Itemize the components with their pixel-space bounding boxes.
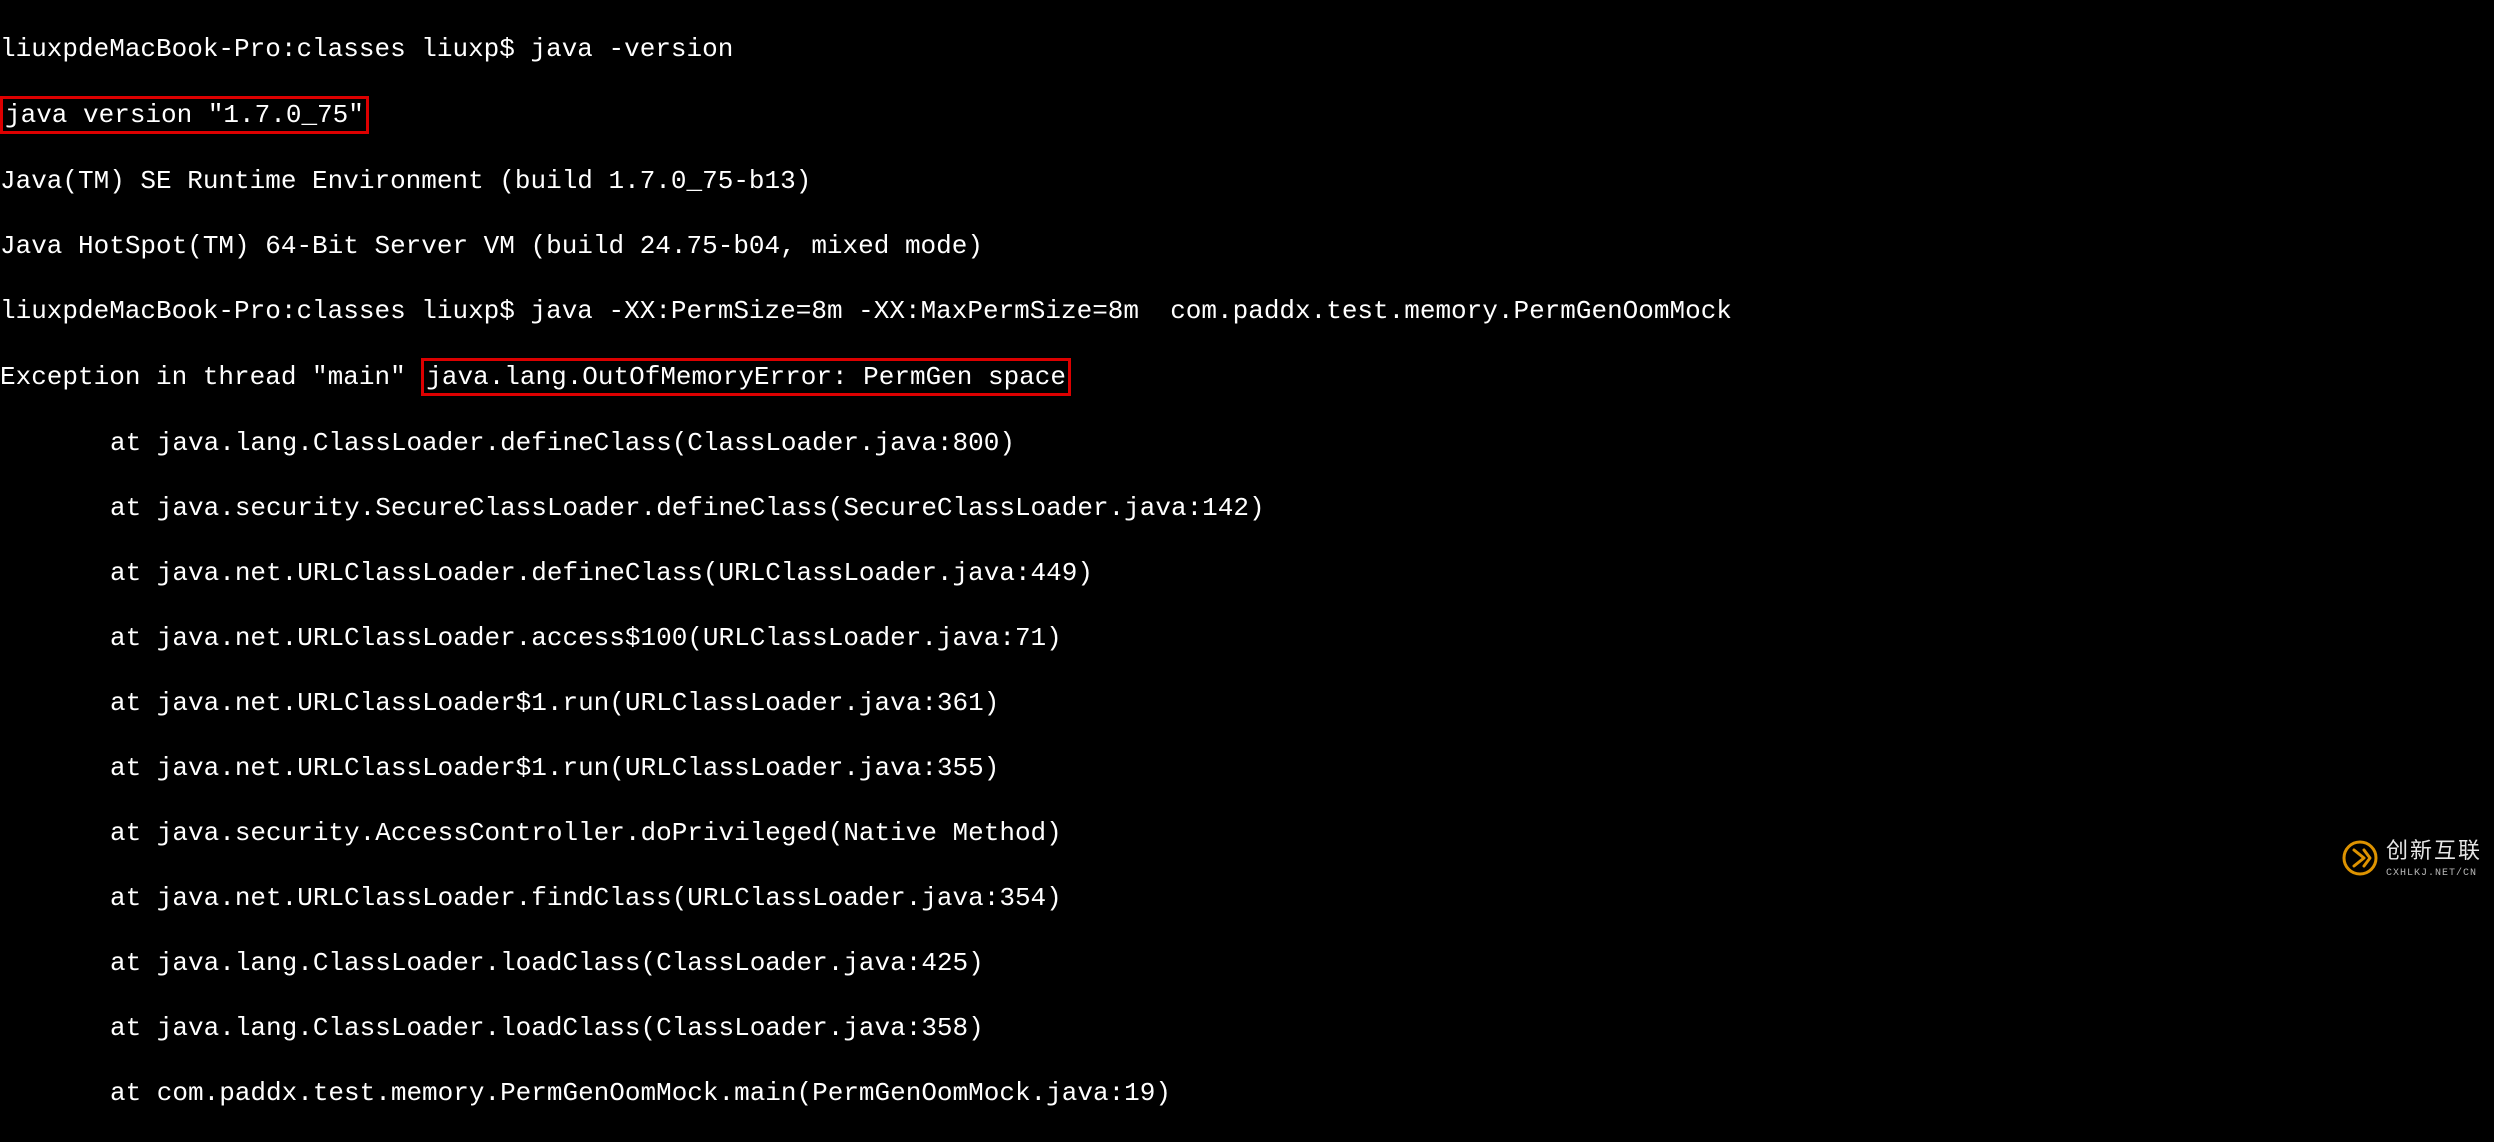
watermark-subtext: CXHLKJ.NET/CN: [2386, 868, 2482, 881]
stack-frame: at java.net.URLClassLoader.findClass(URL…: [0, 882, 2494, 915]
watermark: 创新互联 CXHLKJ.NET/CN: [2342, 835, 2482, 880]
stack-frame: at java.security.AccessController.doPriv…: [0, 817, 2494, 850]
prompt-line-2: liuxpdeMacBook-Pro:classes liuxp$ java -…: [0, 295, 2494, 328]
watermark-text-wrap: 创新互联 CXHLKJ.NET/CN: [2386, 835, 2482, 880]
stack-frame: at java.lang.ClassLoader.loadClass(Class…: [0, 1012, 2494, 1045]
watermark-text: 创新互联: [2386, 838, 2482, 863]
shell-prompt: liuxpdeMacBook-Pro:classes liuxp$: [0, 34, 531, 64]
jre-line: Java(TM) SE Runtime Environment (build 1…: [0, 165, 2494, 198]
stack-frame: at java.net.URLClassLoader.access$100(UR…: [0, 622, 2494, 655]
stack-frame: at java.net.URLClassLoader$1.run(URLClas…: [0, 752, 2494, 785]
watermark-logo-icon: [2342, 840, 2378, 876]
command-text: java -XX:PermSize=8m -XX:MaxPermSize=8m …: [531, 296, 1732, 326]
stack-frame: at java.net.URLClassLoader.defineClass(U…: [0, 557, 2494, 590]
stack-frame: at java.lang.ClassLoader.defineClass(Cla…: [0, 427, 2494, 460]
prompt-line-1: liuxpdeMacBook-Pro:classes liuxp$ java -…: [0, 33, 2494, 66]
hotspot-line: Java HotSpot(TM) 64-Bit Server VM (build…: [0, 230, 2494, 263]
java-version-line: java version "1.7.0_75": [0, 98, 2494, 133]
exception-prefix: Exception in thread "main": [0, 362, 421, 392]
highlight-version: java version "1.7.0_75": [0, 96, 369, 135]
highlight-error: java.lang.OutOfMemoryError: PermGen spac…: [421, 358, 1071, 397]
stack-frame: at com.paddx.test.memory.PermGenOomMock.…: [0, 1077, 2494, 1110]
stack-frame: at java.net.URLClassLoader$1.run(URLClas…: [0, 687, 2494, 720]
stack-frame: at java.lang.ClassLoader.loadClass(Class…: [0, 947, 2494, 980]
command-text: java -version: [531, 34, 734, 64]
exception-line: Exception in thread "main" java.lang.Out…: [0, 360, 2494, 395]
stack-frame: at java.security.SecureClassLoader.defin…: [0, 492, 2494, 525]
terminal-output: liuxpdeMacBook-Pro:classes liuxp$ java -…: [0, 0, 2494, 1142]
shell-prompt: liuxpdeMacBook-Pro:classes liuxp$: [0, 296, 531, 326]
